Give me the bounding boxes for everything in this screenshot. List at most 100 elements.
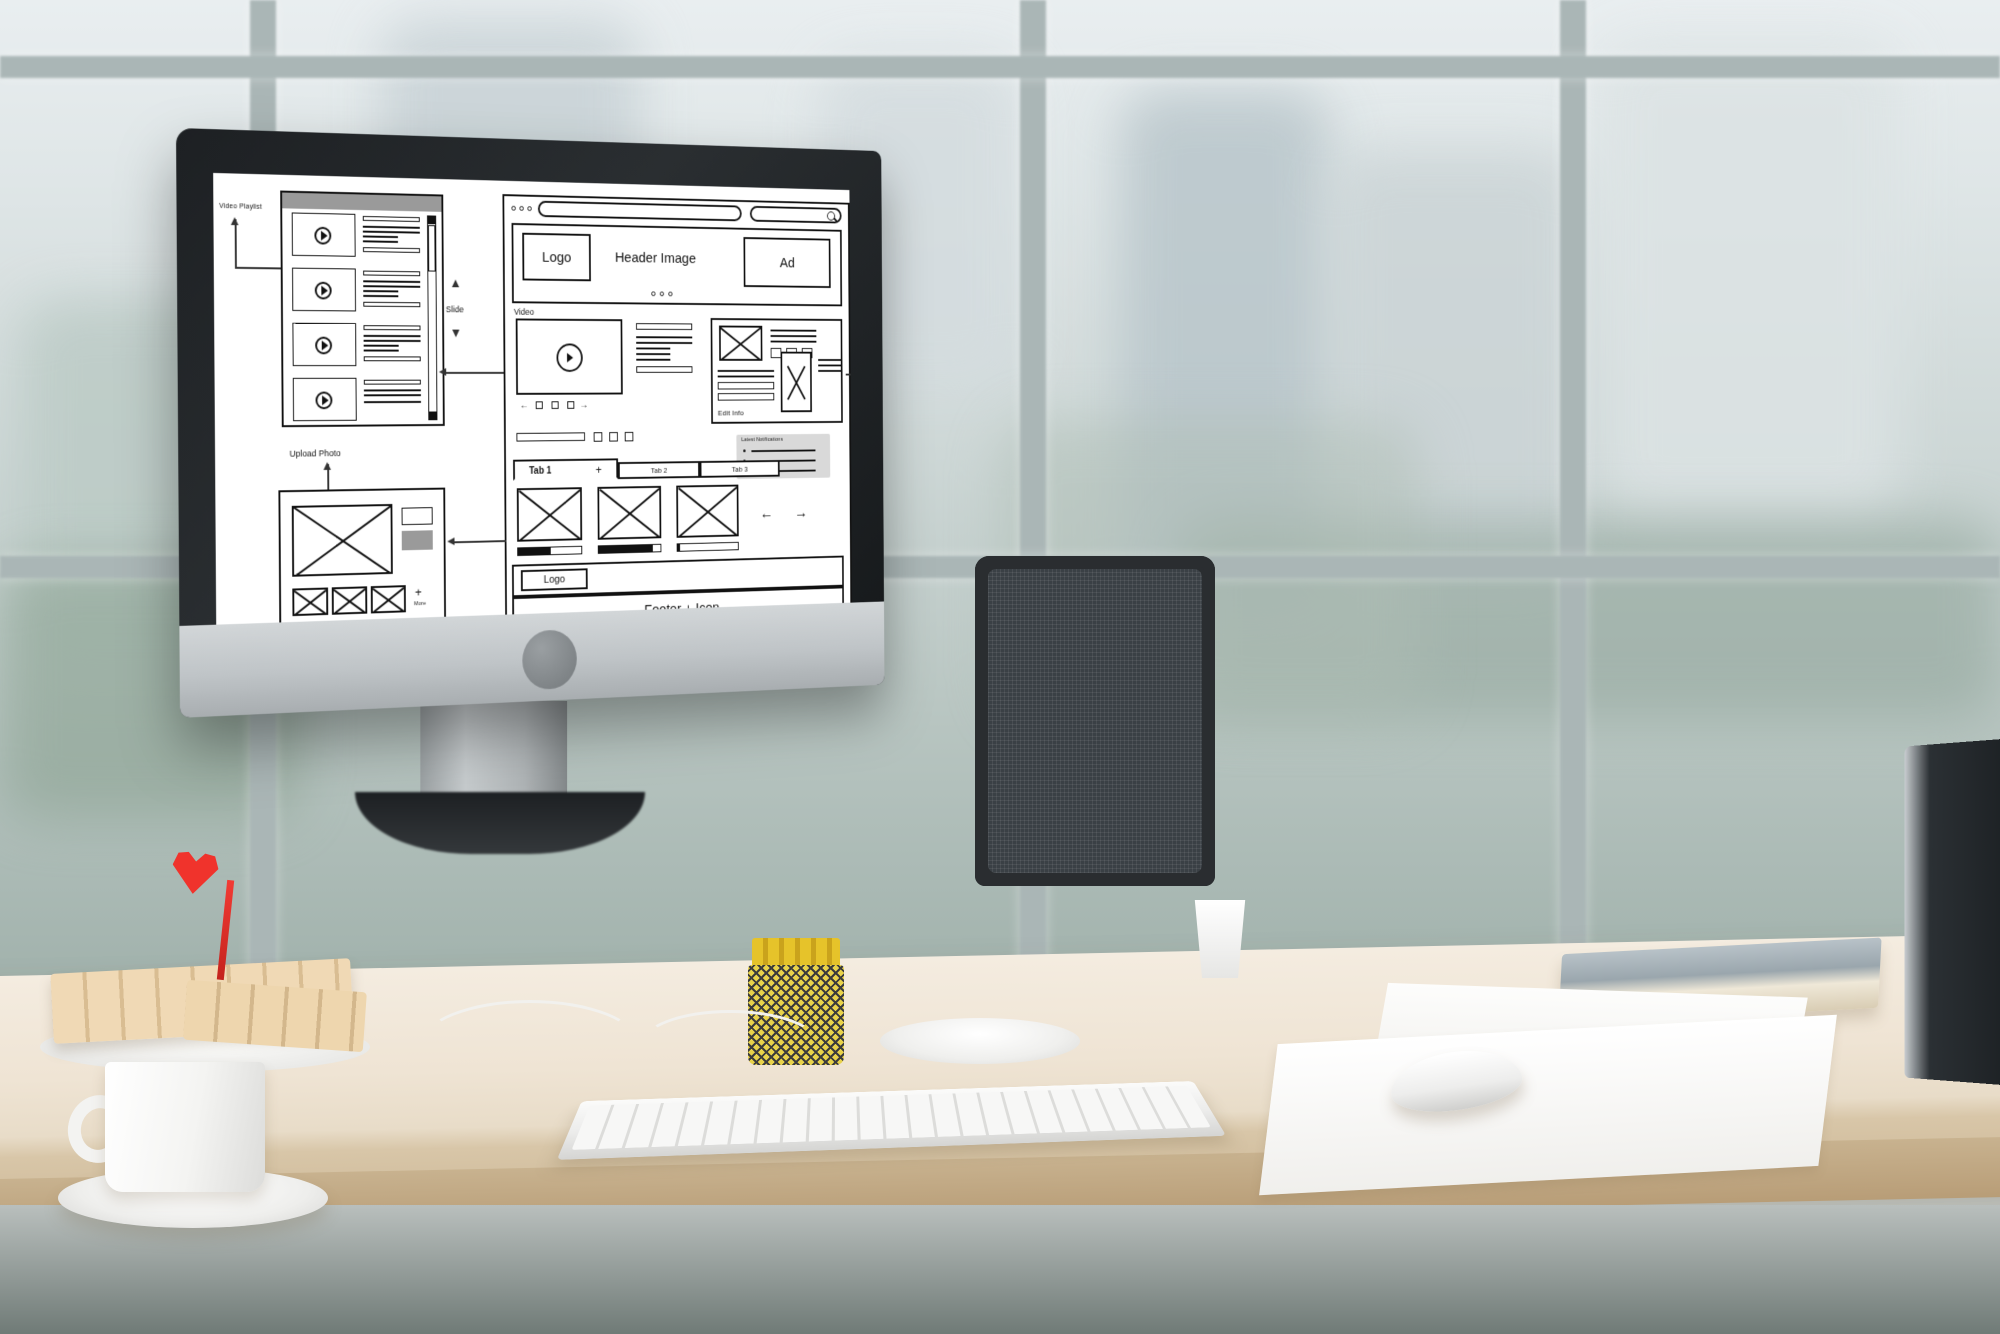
arrow-up-icon <box>323 458 331 470</box>
input-bar[interactable] <box>516 432 585 442</box>
office-chair <box>975 556 1215 886</box>
scrollbar-thumb[interactable] <box>427 225 436 272</box>
text-line <box>770 340 817 343</box>
cable <box>420 1000 640 1090</box>
annotation-line <box>454 540 507 543</box>
ad-box[interactable]: Ad <box>743 237 831 288</box>
arrow-up-icon <box>451 275 460 288</box>
gallery-card-image[interactable] <box>516 487 583 542</box>
upload-thumbnail[interactable] <box>370 585 406 614</box>
text-line <box>364 400 421 404</box>
window-dot-icon[interactable] <box>527 206 532 212</box>
text-line <box>717 381 775 390</box>
gallery-next-arrow-icon[interactable]: → <box>795 505 808 522</box>
text-line <box>636 358 671 361</box>
logo-box[interactable]: Logo <box>522 232 591 282</box>
upload-thumbnail[interactable] <box>292 587 329 617</box>
wooden-letter-blocks <box>183 979 367 1053</box>
upload-more-icon[interactable]: + <box>415 585 422 600</box>
floor <box>0 1205 2000 1334</box>
text-line <box>363 294 399 298</box>
image-placeholder[interactable] <box>780 351 812 413</box>
tab-3[interactable]: Tab 3 <box>699 460 780 478</box>
carousel-dot-icon[interactable] <box>668 291 673 297</box>
text-line <box>363 270 421 277</box>
monitor-screen[interactable]: Video Playlist Slide Logo Header Image A… <box>213 172 852 625</box>
carousel-dot-icon[interactable] <box>651 291 656 297</box>
gallery-prev-arrow-icon[interactable]: ← <box>760 506 773 523</box>
upload-more-label: More <box>414 600 427 608</box>
annotation-line <box>234 219 237 267</box>
carousel-dot-icon[interactable] <box>659 291 665 297</box>
annotation-line <box>849 218 852 221</box>
text-line <box>636 341 693 344</box>
checkbox[interactable] <box>624 431 634 442</box>
checkbox[interactable] <box>609 432 618 442</box>
upload-thumbnail[interactable] <box>331 586 368 615</box>
office-scene: Video Playlist Slide Logo Header Image A… <box>0 0 2000 1334</box>
chair-mesh <box>988 569 1202 873</box>
text-line <box>770 329 817 332</box>
play-icon[interactable] <box>314 281 332 300</box>
video-control-stop[interactable] <box>551 401 559 409</box>
tab-3-label: Tab 3 <box>731 464 748 474</box>
text-line <box>363 356 421 362</box>
text-line <box>363 394 421 397</box>
text-line <box>717 375 775 378</box>
play-icon[interactable] <box>315 336 333 355</box>
video-label: Video <box>513 307 535 317</box>
notification-line <box>751 449 816 453</box>
playlist-header-bar <box>282 192 442 212</box>
video-control-stop[interactable] <box>567 401 575 409</box>
text-line <box>818 359 843 361</box>
play-icon[interactable] <box>556 343 583 372</box>
image-placeholder[interactable] <box>719 325 763 361</box>
tab-2[interactable]: Tab 2 <box>618 461 700 480</box>
annotation-video-playlist: Video Playlist <box>219 202 263 211</box>
tab-1[interactable]: Tab 1 + <box>513 458 619 481</box>
laptop <box>1904 737 2000 1087</box>
footer-logo-box[interactable]: Logo <box>520 568 588 592</box>
annotation-line <box>845 373 852 376</box>
scrollbar-up-arrow[interactable] <box>427 216 436 225</box>
window-dot-icon[interactable] <box>519 205 524 211</box>
text-line <box>717 392 775 401</box>
arrow-up-icon <box>230 213 239 226</box>
text-line <box>363 334 421 338</box>
window-mullion <box>1560 0 1586 1010</box>
text-line <box>636 366 693 373</box>
prev-arrow-icon[interactable]: ← <box>520 400 529 411</box>
next-arrow-icon[interactable]: → <box>580 400 589 410</box>
monitor-logo <box>522 629 578 691</box>
text-line <box>363 325 421 331</box>
window-mullion <box>0 56 2000 78</box>
gallery-progress-track <box>517 545 583 557</box>
gallery-card-image[interactable] <box>676 484 739 538</box>
text-line <box>363 339 421 342</box>
arrow-left-icon <box>447 537 455 546</box>
logo-label: Logo <box>542 248 572 266</box>
scrollbar-down-arrow[interactable] <box>429 411 437 420</box>
computer-monitor: Video Playlist Slide Logo Header Image A… <box>175 127 885 718</box>
upload-white-box[interactable] <box>401 507 433 526</box>
window-dot-icon[interactable] <box>511 205 516 211</box>
text-line <box>818 370 843 372</box>
gallery-progress-fill <box>677 544 680 551</box>
video-control-stop[interactable] <box>535 401 543 410</box>
play-icon[interactable] <box>314 226 332 245</box>
annotation-upload-photo: Upload Photo <box>289 448 341 459</box>
arrow-left-icon <box>438 368 447 376</box>
play-icon[interactable] <box>315 391 333 410</box>
tab-add-button[interactable]: + <box>596 463 602 476</box>
gallery-card-image[interactable] <box>597 485 662 540</box>
checkbox[interactable] <box>593 432 603 442</box>
gallery-progress-fill <box>518 547 552 556</box>
tab-1-label: Tab 1 <box>529 465 552 477</box>
text-line <box>363 344 399 347</box>
text-line <box>636 353 671 356</box>
paper-sheet <box>1259 1014 1837 1196</box>
bullet-icon <box>743 449 746 453</box>
annotation-slide-vertical: Slide <box>445 304 464 315</box>
upload-main-image-placeholder[interactable] <box>291 503 393 577</box>
upload-gray-box[interactable] <box>401 530 433 551</box>
